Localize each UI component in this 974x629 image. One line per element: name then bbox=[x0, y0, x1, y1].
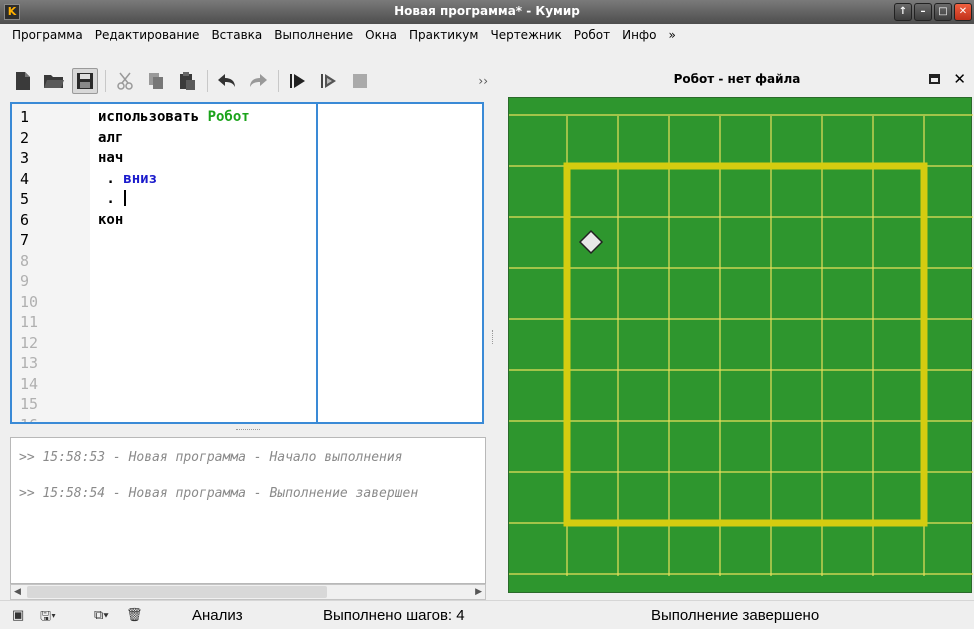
editor-toolbar: ›› bbox=[6, 62, 492, 100]
menu-edit[interactable]: Редактирование bbox=[89, 28, 206, 42]
field-wall bbox=[563, 162, 928, 527]
vertical-splitter[interactable] bbox=[492, 330, 494, 344]
redo-icon[interactable] bbox=[245, 68, 271, 94]
menu-windows[interactable]: Окна bbox=[359, 28, 403, 42]
keep-above-button[interactable]: ↑ bbox=[894, 3, 912, 21]
code-identifier: вниз bbox=[123, 170, 158, 187]
menu-run[interactable]: Выполнение bbox=[268, 28, 359, 42]
robot-panel: Робот - нет файла ✕ bbox=[500, 62, 974, 600]
code-line[interactable]: . вниз bbox=[98, 170, 314, 191]
line-number: 15 bbox=[20, 395, 39, 413]
robot-panel-header: Робот - нет файла ✕ bbox=[500, 62, 974, 96]
title-bar: K Новая программа* - Кумир ↑ – □ ✕ bbox=[0, 0, 974, 24]
console-line: >> 15:58:53 - Новая программа - Начало в… bbox=[19, 450, 403, 465]
robot-icon bbox=[578, 229, 604, 255]
line-number: 4 bbox=[20, 169, 30, 188]
line-number: 1 bbox=[20, 108, 30, 126]
line-number: 5 bbox=[20, 190, 30, 208]
robot-field-canvas bbox=[509, 114, 973, 576]
editor-margin-line[interactable] bbox=[316, 104, 318, 422]
save-icon[interactable] bbox=[72, 68, 98, 94]
toolbar-separator bbox=[207, 70, 208, 92]
console-horizontal-scrollbar[interactable]: ◀ ▶ bbox=[10, 584, 486, 600]
execution-status: Выполнение завершено bbox=[651, 607, 820, 624]
line-number: 3 bbox=[20, 149, 30, 167]
line-number: 13 bbox=[20, 354, 39, 372]
step-run-icon[interactable] bbox=[316, 68, 342, 94]
code-area[interactable]: использовать Робот алг нач . вниз . кон bbox=[98, 108, 314, 252]
text-cursor bbox=[124, 190, 127, 206]
line-number: 12 bbox=[20, 333, 39, 352]
undock-icon[interactable] bbox=[929, 74, 940, 84]
terminal-icon[interactable]: ▣ bbox=[12, 607, 24, 623]
line-number: 8 bbox=[20, 251, 30, 270]
menu-robot[interactable]: Робот bbox=[568, 28, 616, 42]
scrollbar-thumb[interactable] bbox=[27, 586, 327, 598]
code-keyword: . bbox=[98, 170, 124, 187]
line-number: 7 bbox=[20, 231, 30, 249]
menu-bar: Программа Редактирование Вставка Выполне… bbox=[0, 24, 974, 46]
menu-insert[interactable]: Вставка bbox=[205, 28, 268, 42]
line-number: 10 bbox=[20, 292, 39, 311]
code-keyword: . bbox=[98, 191, 124, 207]
maximize-button[interactable]: □ bbox=[934, 3, 952, 21]
scroll-right-icon[interactable]: ▶ bbox=[475, 585, 482, 599]
robot-field[interactable] bbox=[508, 97, 973, 593]
minimize-button[interactable]: – bbox=[914, 3, 932, 21]
steps-counter: Выполнено шагов: 4 bbox=[323, 607, 465, 624]
code-line[interactable]: нач bbox=[98, 149, 314, 170]
save-output-icon[interactable]: 🖫▾ bbox=[40, 607, 56, 629]
copy-output-icon[interactable]: ⧉▾ bbox=[94, 607, 109, 623]
scroll-left-icon[interactable]: ◀ bbox=[14, 585, 21, 599]
line-number: 9 bbox=[20, 272, 30, 290]
stop-icon[interactable] bbox=[347, 68, 373, 94]
menu-info[interactable]: Инфо bbox=[616, 28, 662, 42]
line-number: 14 bbox=[20, 374, 39, 393]
horizontal-splitter[interactable] bbox=[236, 429, 260, 431]
open-folder-icon[interactable] bbox=[41, 68, 67, 94]
code-line[interactable] bbox=[98, 231, 314, 252]
code-keyword: нач bbox=[98, 150, 124, 166]
code-line[interactable]: использовать Робот bbox=[98, 108, 314, 129]
code-line[interactable]: кон bbox=[98, 211, 314, 232]
clear-output-icon[interactable]: 🗑 bbox=[126, 607, 143, 623]
undo-icon[interactable] bbox=[214, 68, 240, 94]
cut-icon[interactable] bbox=[112, 68, 138, 94]
analysis-status: Анализ bbox=[192, 607, 243, 624]
close-button[interactable]: ✕ bbox=[954, 3, 972, 21]
menu-practicum[interactable]: Практикум bbox=[403, 28, 484, 42]
status-bar: ▣ 🖫▾ ⧉▾ 🗑 Анализ Выполнено шагов: 4 Выпо… bbox=[0, 600, 974, 628]
code-keyword: алг bbox=[98, 129, 124, 146]
console-line: >> 15:58:54 - Новая программа - Выполнен… bbox=[19, 486, 419, 501]
robot-panel-title: Робот - нет файла bbox=[673, 72, 801, 86]
new-file-icon[interactable] bbox=[10, 68, 36, 94]
code-line[interactable]: . bbox=[98, 190, 314, 211]
code-keyword: использовать bbox=[98, 109, 208, 125]
line-number: 6 bbox=[20, 210, 30, 229]
run-icon[interactable] bbox=[285, 68, 311, 94]
line-number: 2 bbox=[20, 128, 30, 147]
toolbar-separator bbox=[278, 70, 279, 92]
code-line[interactable]: алг bbox=[98, 129, 314, 150]
output-console: >> 15:58:53 - Новая программа - Начало в… bbox=[10, 437, 486, 584]
line-number-gutter: 12345678910111213141516 bbox=[12, 104, 90, 422]
toolbar-more-icon[interactable]: ›› bbox=[478, 74, 488, 88]
code-keyword: кон bbox=[98, 211, 124, 228]
copy-icon[interactable] bbox=[143, 68, 169, 94]
line-number: 11 bbox=[20, 313, 39, 331]
window-title: Новая программа* - Кумир bbox=[394, 4, 580, 18]
robot-panel-close-button[interactable]: ✕ bbox=[953, 62, 966, 96]
program-editor[interactable]: 12345678910111213141516 использовать Роб… bbox=[10, 102, 484, 424]
menu-more[interactable]: » bbox=[663, 28, 682, 42]
code-identifier: Робот bbox=[207, 109, 250, 125]
menu-program[interactable]: Программа bbox=[6, 28, 89, 42]
toolbar-separator bbox=[105, 70, 106, 92]
paste-icon[interactable] bbox=[174, 68, 200, 94]
menu-drawer[interactable]: Чертежник bbox=[484, 28, 567, 42]
line-number: 16 bbox=[12, 416, 90, 422]
